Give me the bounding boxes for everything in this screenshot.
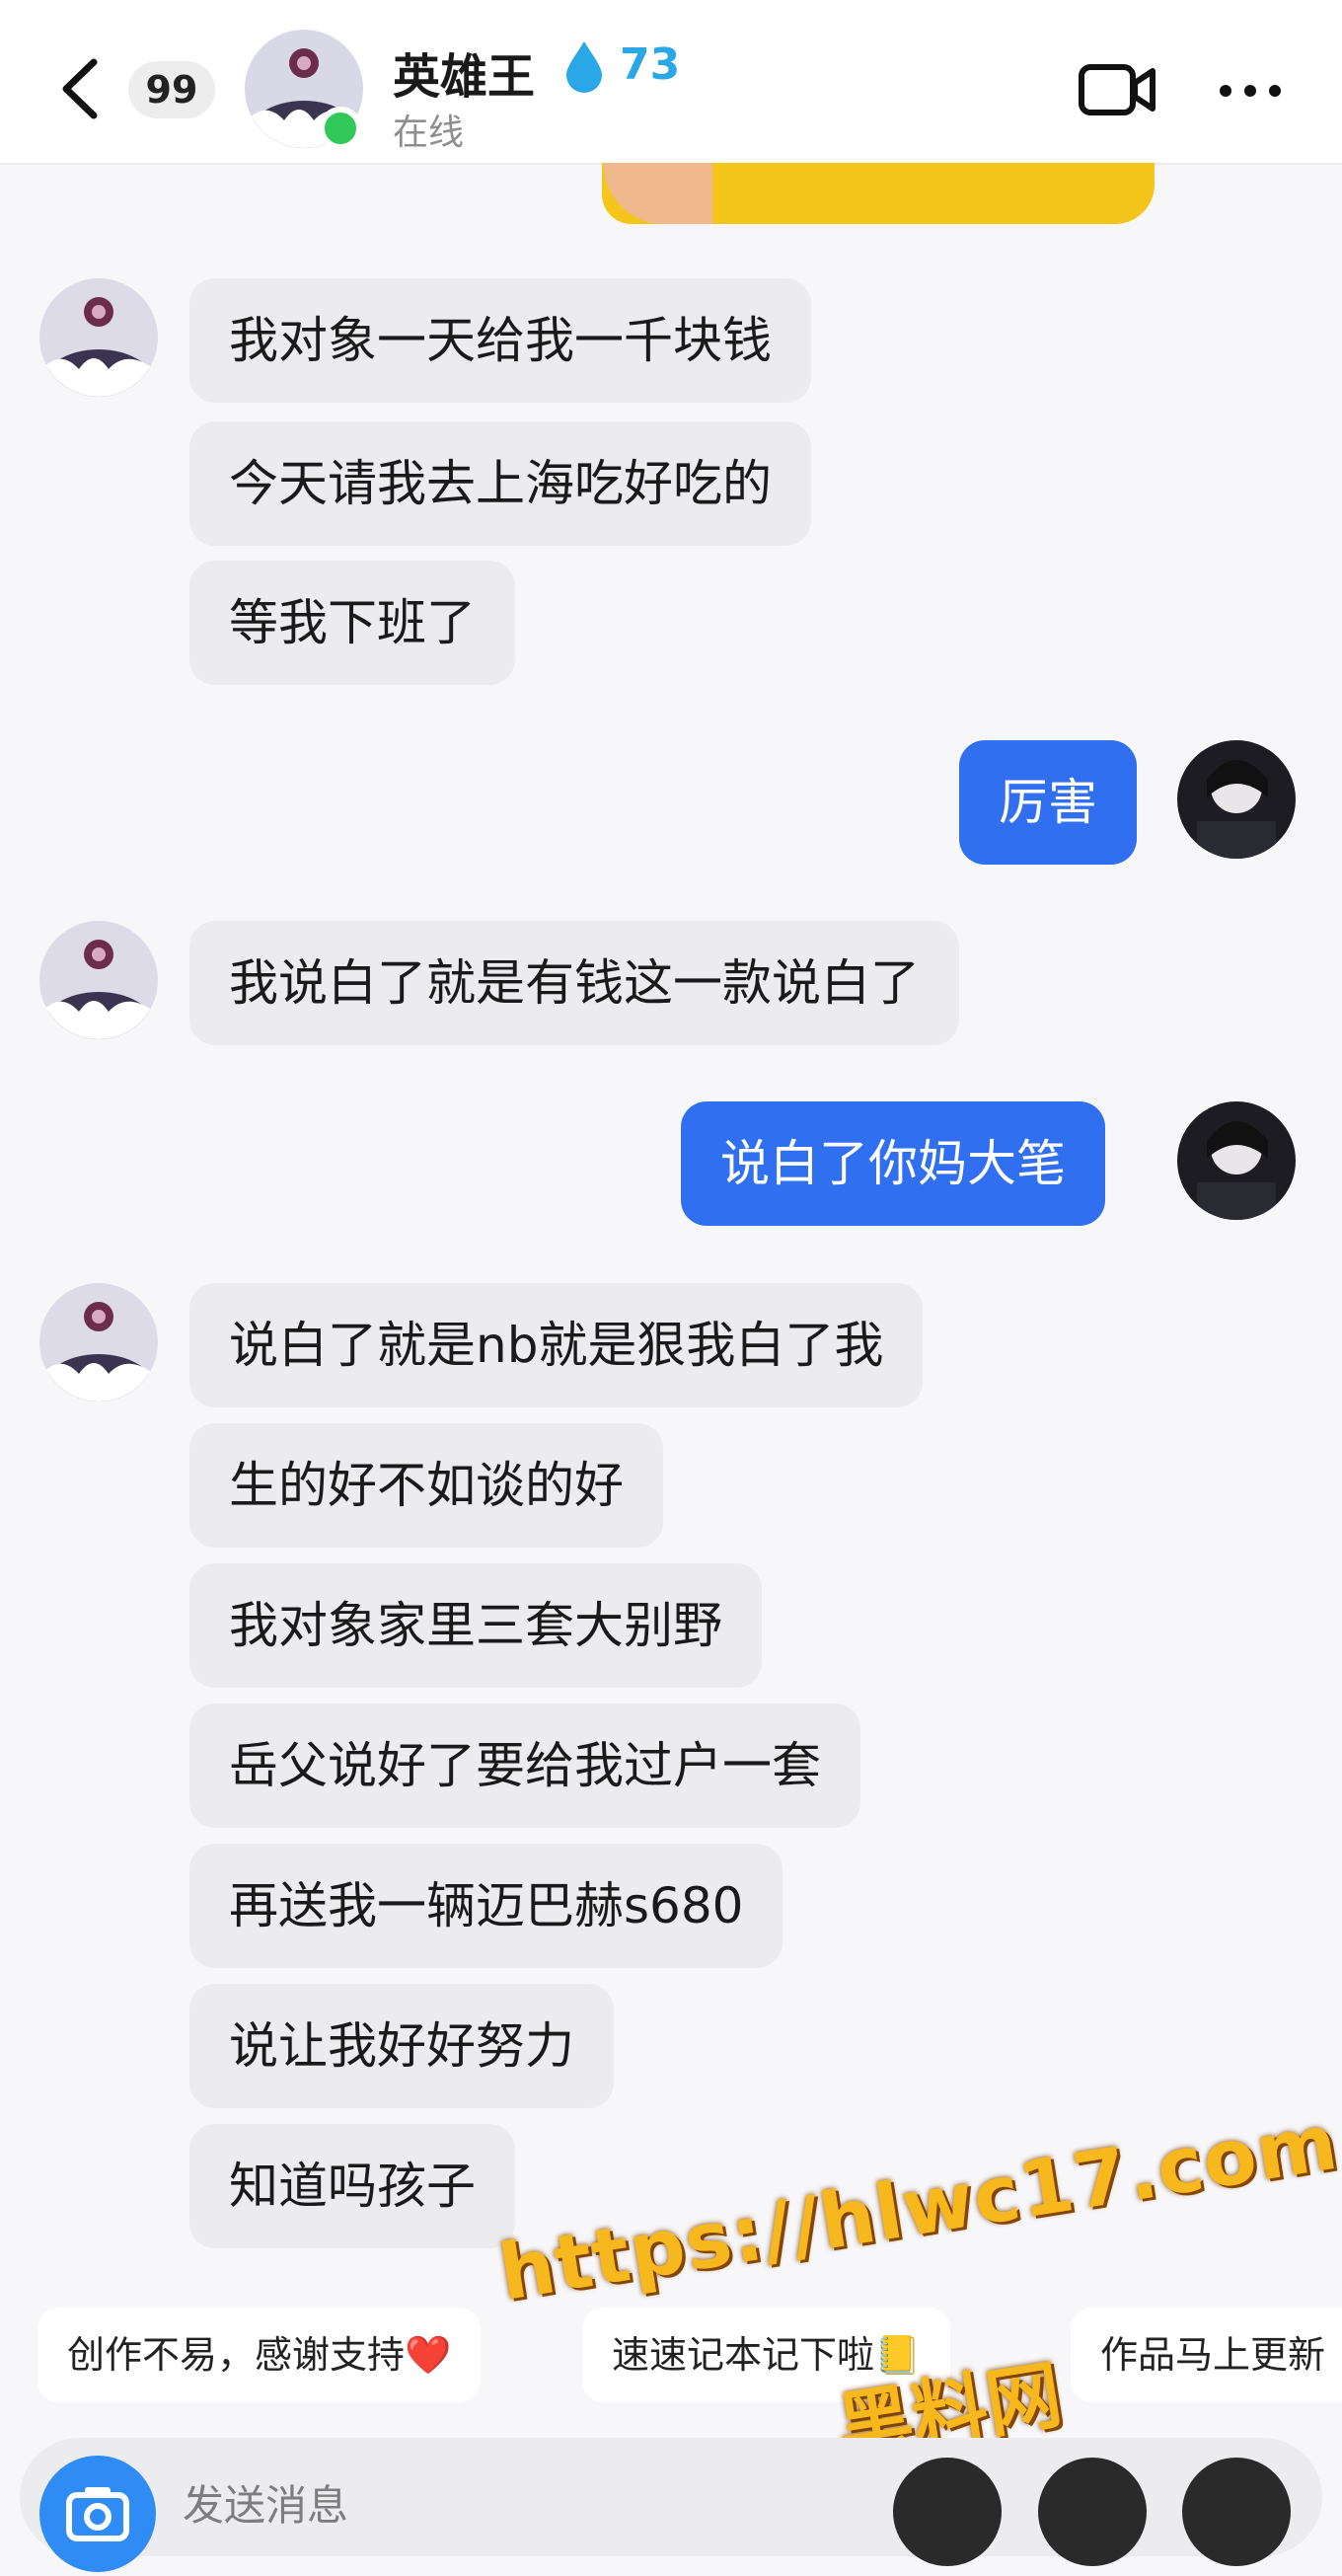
heart-emoji-icon: ❤️ xyxy=(405,2333,452,2377)
incoming-message[interactable]: 岳父说好了要给我过户一套 xyxy=(189,1704,860,1828)
back-arrow-icon[interactable] xyxy=(54,54,104,123)
more-options-icon[interactable] xyxy=(1216,81,1285,101)
watermark-url: https://hlwc17.com xyxy=(493,2097,1342,2318)
camera-icon xyxy=(66,2487,129,2541)
incoming-message[interactable]: 生的好不如谈的好 xyxy=(189,1423,663,1548)
outgoing-message[interactable]: 厉害 xyxy=(959,740,1137,865)
quick-reply-chip[interactable]: 作品马上更新 xyxy=(1071,2308,1342,2402)
contact-name[interactable]: 英雄王 xyxy=(393,38,535,107)
incoming-message[interactable]: 再送我一辆迈巴赫s680 xyxy=(189,1844,783,1968)
outgoing-message[interactable]: 说白了你妈大笔 xyxy=(681,1101,1105,1226)
contact-avatar-small[interactable] xyxy=(39,278,158,397)
incoming-message[interactable]: 我对象家里三套大别野 xyxy=(189,1563,762,1688)
incoming-message[interactable]: 我对象一天给我一千块钱 xyxy=(189,278,811,403)
quick-reply-chip[interactable]: 创作不易，感谢支持❤️ xyxy=(37,2308,482,2402)
camera-button[interactable] xyxy=(39,2456,156,2572)
incoming-message[interactable]: 我说白了就是有钱这一款说白了 xyxy=(189,921,959,1045)
contact-avatar-small[interactable] xyxy=(39,1283,158,1402)
online-status-dot xyxy=(319,107,362,150)
incoming-message[interactable]: 说让我好好努力 xyxy=(189,1984,614,2108)
voice-button[interactable] xyxy=(893,2458,1002,2566)
online-status-text: 在线 xyxy=(393,113,465,153)
quick-reply-label: 作品马上更新 xyxy=(1100,2333,1326,2377)
my-avatar[interactable] xyxy=(1177,1101,1296,1220)
intimacy-score: 73 xyxy=(620,39,681,90)
emoji-button[interactable] xyxy=(1038,2458,1147,2566)
incoming-message[interactable]: 说白了就是nb就是狠我白了我 xyxy=(189,1283,924,1407)
quick-reply-label: 创作不易，感谢支持 xyxy=(67,2333,406,2377)
contact-avatar-small[interactable] xyxy=(39,921,158,1039)
incoming-message[interactable]: 知道吗孩子 xyxy=(189,2124,515,2248)
water-drop-icon xyxy=(566,41,602,93)
more-actions-button[interactable] xyxy=(1182,2458,1291,2566)
unread-count-badge[interactable]: 99 xyxy=(128,61,215,118)
my-avatar[interactable] xyxy=(1177,740,1296,859)
chat-header: 99 英雄王 73 在线 xyxy=(0,0,1342,165)
video-call-icon[interactable] xyxy=(1078,61,1156,118)
incoming-message[interactable]: 等我下班了 xyxy=(189,561,515,685)
incoming-message[interactable]: 今天请我去上海吃好吃的 xyxy=(189,421,811,546)
message-input-placeholder[interactable]: 发送消息 xyxy=(183,2472,348,2533)
